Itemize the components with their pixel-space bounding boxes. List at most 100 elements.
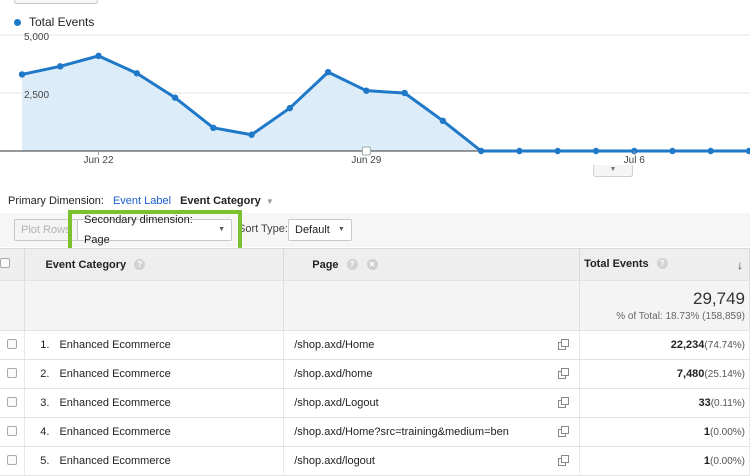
category-cell: 5. Enhanced Ecommerce [24, 446, 285, 476]
row-checkbox-cell [0, 359, 26, 389]
header-event-category[interactable]: Event Category? [24, 248, 285, 281]
data-point [592, 147, 600, 155]
sort-descending-icon[interactable]: ↓ [737, 258, 743, 272]
page-cell: /shop.axd/logout [283, 446, 581, 476]
help-icon[interactable]: ? [346, 259, 358, 271]
table-row: 3. Enhanced Ecommerce/shop.axd/Logout 33(0… [0, 388, 750, 418]
row-pct: (25.14%) [704, 369, 745, 380]
data-point [516, 147, 523, 155]
data-point [363, 87, 370, 94]
sort-type-label: Sort Type: [238, 223, 288, 235]
data-point [57, 63, 64, 70]
row-pct: (0.00%) [709, 456, 745, 467]
remove-dimension-icon[interactable]: ✕ [366, 259, 378, 271]
header-event-category-label: Event Category [45, 258, 127, 271]
data-point [286, 104, 294, 112]
total-events-cell: 1(0.00%) [579, 417, 750, 447]
total-events-cell: 22,234(74.74%) [579, 330, 750, 360]
row-pct: (0.11%) [710, 398, 745, 409]
data-table: Event Category? Page? ✕ Total Events? ↓ 2… [0, 248, 750, 476]
row-checkbox[interactable] [7, 425, 18, 436]
chart-collapse-handle[interactable]: ▼ [593, 165, 633, 177]
row-category[interactable]: Enhanced Ecommerce [59, 368, 170, 380]
select-all-cell [0, 248, 26, 281]
page-cell: /shop.axd/home [283, 359, 581, 389]
open-page-icon[interactable] [558, 426, 570, 437]
primary-dimension-event-label[interactable]: Event Label [113, 195, 171, 207]
secondary-dimension-select[interactable]: Secondary dimension: Page ▼ [77, 214, 232, 246]
row-value: 22,234 [670, 339, 705, 351]
plot-rows-label: Plot Rows [21, 224, 71, 236]
page-cell: /shop.axd/Home?src=training&medium=ben [283, 417, 581, 447]
row-rank: 4. [40, 426, 50, 438]
row-checkbox[interactable] [7, 338, 18, 349]
row-category[interactable]: Enhanced Ecommerce [59, 339, 170, 351]
series-dot-icon [14, 18, 21, 26]
totals-cell: 29,749 % of Total: 18.73% (158,859) [579, 280, 750, 331]
data-point [95, 52, 102, 60]
y-tick-label: 5,000 [24, 32, 49, 43]
y-tick-label: 2,500 [24, 90, 49, 101]
total-events-cell: 33(0.11%) [579, 388, 750, 418]
data-point [477, 147, 485, 155]
row-pct: (74.74%) [704, 340, 745, 351]
total-events-chart: 5,0002,500Jun 22 Jun 29 Jul 6 [0, 32, 750, 166]
open-page-icon[interactable] [558, 455, 570, 466]
page-cell: /shop.axd/Home [283, 330, 581, 360]
row-page[interactable]: /shop.axd/logout [294, 455, 375, 467]
row-value: 33 [698, 397, 711, 409]
data-point [133, 70, 140, 77]
header-page[interactable]: Page? ✕ [283, 248, 581, 281]
row-pct: (0.00%) [709, 427, 745, 438]
table-row: 5. Enhanced Ecommerce/shop.axd/logout 1(0.… [0, 446, 750, 476]
data-point [401, 89, 408, 97]
row-checkbox-cell [0, 446, 26, 476]
data-point [18, 71, 26, 78]
data-point [171, 94, 179, 101]
row-checkbox[interactable] [7, 367, 18, 378]
dropdown-arrow-icon: ▼ [337, 226, 345, 233]
open-page-icon[interactable] [558, 339, 570, 350]
data-point [669, 147, 676, 155]
table-row: 1. Enhanced Ecommerce/shop.axd/Home 22,234… [0, 330, 750, 360]
row-page[interactable]: /shop.axd/Logout [294, 397, 378, 409]
table-toolbar: Plot Rows Secondary dimension: Page ▼ De… [0, 213, 750, 247]
chart-legend: Total Events [14, 15, 94, 29]
row-page[interactable]: /shop.axd/Home?src=training&medium=ben [294, 426, 509, 438]
row-page[interactable]: /shop.axd/Home [294, 339, 374, 351]
primary-dimension-bar: Primary Dimension: Event Label Event Cat… [8, 195, 274, 207]
sort-type-value: Default [295, 224, 330, 236]
row-rank: 2. [40, 368, 50, 380]
table-row: 2. Enhanced Ecommerce/shop.axd/home 7,480(… [0, 359, 750, 389]
data-point [248, 131, 255, 138]
data-point [745, 147, 750, 155]
category-cell: 2. Enhanced Ecommerce [24, 359, 285, 389]
x-tick-label: Jun 29 [351, 155, 381, 166]
plot-rows-button[interactable]: Plot Rows [14, 219, 78, 241]
help-icon[interactable]: ? [656, 258, 668, 270]
select-all-checkbox[interactable] [0, 258, 10, 268]
total-events-value: 29,749 [693, 289, 745, 308]
x-tick-label: Jun 22 [84, 155, 114, 166]
row-category[interactable]: Enhanced Ecommerce [59, 426, 170, 438]
total-events-cell: 1(0.00%) [579, 446, 750, 476]
open-page-icon[interactable] [558, 368, 570, 379]
row-page[interactable]: /shop.axd/home [294, 368, 372, 380]
sort-type-select[interactable]: Default ▼ [288, 219, 352, 241]
row-value: 7,480 [676, 368, 705, 380]
header-total-events[interactable]: Total Events? ↓ [579, 248, 750, 281]
row-checkbox[interactable] [7, 396, 18, 407]
row-checkbox-cell [0, 417, 26, 447]
row-category[interactable]: Enhanced Ecommerce [59, 397, 170, 409]
header-total-events-label: Total Events [584, 257, 649, 270]
primary-dimension-event-category[interactable]: Event Category [180, 195, 261, 207]
row-category[interactable]: Enhanced Ecommerce [59, 455, 170, 467]
secondary-dimension-label: Secondary dimension: Page [84, 214, 193, 246]
help-icon[interactable]: ? [134, 259, 146, 271]
totals-row: 29,749 % of Total: 18.73% (158,859) [0, 280, 750, 331]
open-page-icon[interactable] [558, 397, 570, 408]
data-point [707, 147, 714, 155]
row-checkbox[interactable] [7, 454, 18, 465]
primary-dimension-label: Primary Dimension: [8, 195, 104, 207]
chart-options-button[interactable] [14, 0, 98, 4]
